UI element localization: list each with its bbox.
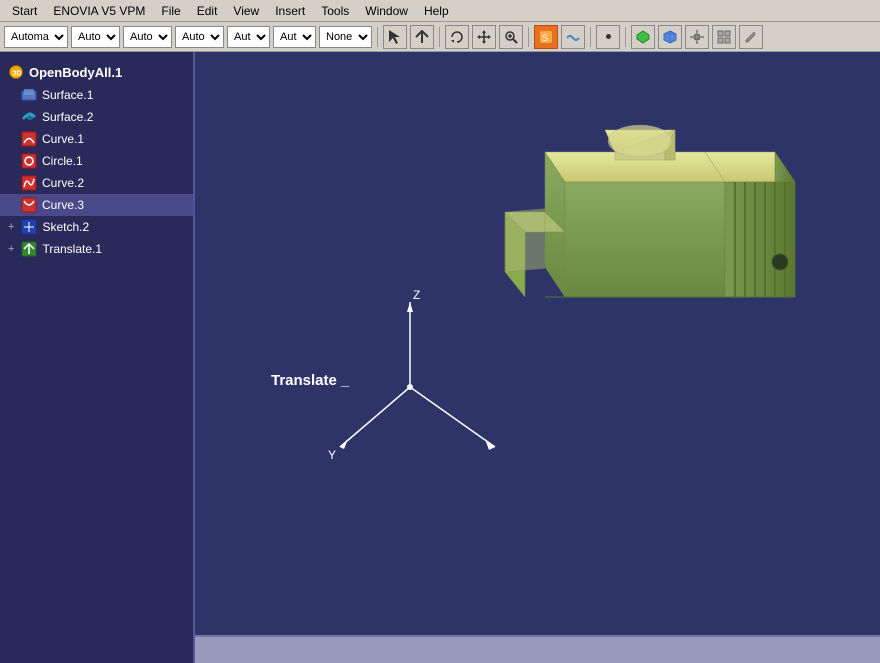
plus-icon-translate: + [8,243,14,255]
menu-start[interactable]: Start [4,2,45,20]
tree-item-label-curve1: Curve.1 [42,132,84,146]
menu-help[interactable]: Help [416,2,457,20]
toolbar-select-none[interactable]: None [319,26,372,48]
menu-tools[interactable]: Tools [313,2,357,20]
tree-item-surface1[interactable]: Surface.1 [0,84,193,106]
surface1-icon [21,87,37,103]
tree-item-sketch2[interactable]: + Sketch.2 [0,216,193,238]
toolbar-btn-wrench[interactable] [739,25,763,49]
tree-item-surface2[interactable]: Surface.2 [0,106,193,128]
toolbar-separator-4 [590,27,591,47]
tree-item-circle1[interactable]: Circle.1 [0,150,193,172]
toolbar-btn-pan[interactable] [472,25,496,49]
tree-item-translate1[interactable]: + Translate.1 [0,238,193,260]
tree-item-label-translate1: Translate.1 [42,242,102,256]
toolbar: Automa Auto Auto Auto Aut Aut None S [0,22,880,52]
toolbar-select-6[interactable]: Aut [273,26,316,48]
toolbar-separator-5 [625,27,626,47]
tree-item-label-sketch2: Sketch.2 [42,220,89,234]
toolbar-select-3[interactable]: Auto [123,26,172,48]
tree-item-label-circle1: Circle.1 [42,154,83,168]
toolbar-select-5[interactable]: Aut [227,26,270,48]
tree-item-curve3[interactable]: Curve.3 [0,194,193,216]
svg-text:S: S [542,33,548,43]
root-icon: 3D [8,64,24,80]
sketch2-icon [21,219,37,235]
menu-window[interactable]: Window [357,2,416,20]
toolbar-btn-arrow[interactable] [410,25,434,49]
toolbar-separator-2 [439,27,440,47]
circle1-icon [21,153,37,169]
toolbar-btn-green-3d[interactable] [631,25,655,49]
svg-text:Z: Z [413,288,420,302]
svg-text:3D: 3D [12,70,21,78]
toolbar-btn-cursor[interactable] [383,25,407,49]
tree-item-curve1[interactable]: Curve.1 [0,128,193,150]
toolbar-btn-rotate[interactable] [445,25,469,49]
toolbar-btn-blue-wave[interactable] [561,25,585,49]
menu-bar: Start ENOVIA V5 VPM File Edit View Inser… [0,0,880,22]
viewport-svg: Z Y [215,62,835,482]
toolbar-btn-grid[interactable] [712,25,736,49]
menu-file[interactable]: File [153,2,188,20]
toolbar-btn-gear1[interactable] [685,25,709,49]
tree-item-label-curve2: Curve.2 [42,176,84,190]
toolbar-btn-orange[interactable]: S [534,25,558,49]
toolbar-btn-cube[interactable] [658,25,682,49]
menu-insert[interactable]: Insert [267,2,313,20]
translate1-icon [21,241,37,257]
toolbar-select-4[interactable]: Auto [175,26,224,48]
toolbar-select-2[interactable]: Auto [71,26,120,48]
surface2-icon [21,109,37,125]
menu-edit[interactable]: Edit [189,2,226,20]
curve2-icon [21,175,37,191]
tree-item-label-surface2: Surface.2 [42,110,93,124]
tree-root[interactable]: 3D OpenBodyAll.1 [0,60,193,84]
svg-text:Y: Y [328,448,336,462]
toolbar-btn-zoom[interactable] [499,25,523,49]
tree-item-label-curve3: Curve.3 [42,198,84,212]
tree-panel: 3D OpenBodyAll.1 Surface.1 Surface.2 [0,52,195,663]
status-bar [195,635,880,663]
main-area: 3D OpenBodyAll.1 Surface.1 Surface.2 [0,52,880,663]
toolbar-separator-1 [377,27,378,47]
tree-item-label-surface1: Surface.1 [42,88,93,102]
tree-root-label: OpenBodyAll.1 [29,65,122,80]
tree-item-curve2[interactable]: Curve.2 [0,172,193,194]
plus-icon-sketch: + [8,221,14,233]
toolbar-select-1[interactable]: Automa [4,26,68,48]
viewport[interactable]: Translate _ [195,52,880,663]
curve3-icon [21,197,37,213]
toolbar-btn-dot[interactable] [596,25,620,49]
menu-enovia[interactable]: ENOVIA V5 VPM [45,2,153,20]
curve1-icon [21,131,37,147]
toolbar-separator-3 [528,27,529,47]
dot-icon [606,34,611,39]
menu-view[interactable]: View [225,2,267,20]
